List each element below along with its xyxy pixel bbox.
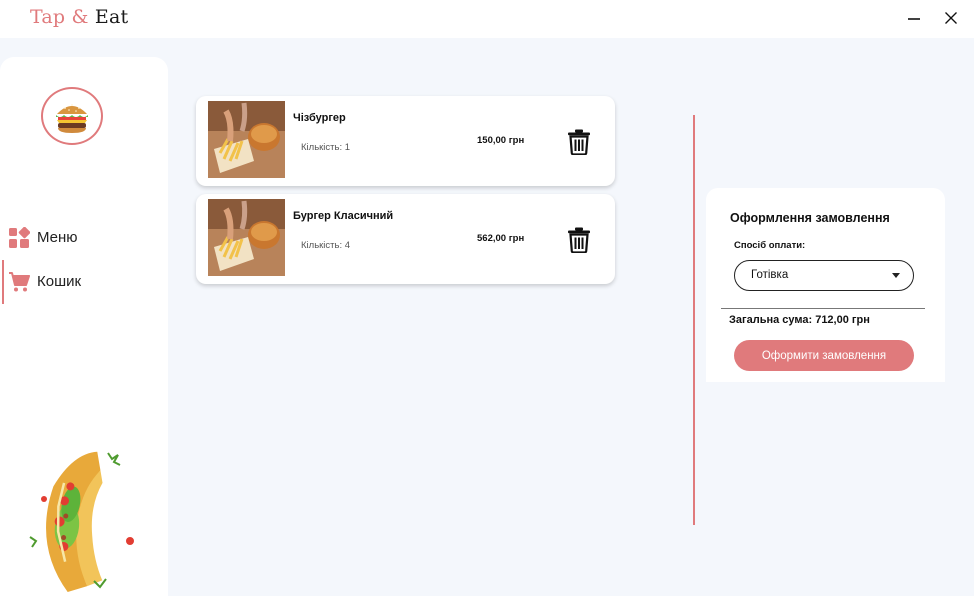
food-photo: [208, 199, 285, 276]
logo-amp: &: [71, 6, 89, 28]
logo-eat: Eat: [94, 6, 129, 28]
close-button[interactable]: [938, 6, 964, 30]
cart-icon: [9, 272, 30, 292]
app-logo: Tap & Eat: [30, 6, 128, 28]
item-quantity: Кількість: 1: [301, 142, 351, 153]
menu-grid-icon: [9, 227, 30, 248]
food-photo: [208, 101, 285, 178]
avatar: [41, 87, 103, 145]
item-quantity: Кількість: 4: [301, 240, 351, 251]
item-name: Бургер Класичний: [293, 210, 394, 222]
sidebar-item-menu[interactable]: Меню: [0, 216, 168, 260]
sidebar-item-label: Кошик: [37, 273, 82, 290]
minimize-button[interactable]: [901, 6, 927, 30]
title-bar: Tap & Eat: [0, 0, 974, 38]
item-name: Чізбургер: [293, 112, 346, 124]
sidebar-item-label: Меню: [37, 229, 78, 246]
minimize-icon: [908, 18, 920, 20]
logo-tap: Tap: [30, 6, 66, 28]
cart-item: Бургер Класичний Кількість: 4 562,00 грн: [196, 194, 615, 284]
sidebar-item-cart[interactable]: Кошик: [0, 260, 168, 304]
cart-item: Чізбургер Кількість: 1 150,00 грн: [196, 96, 615, 186]
payment-method-label: Спосіб оплати:: [734, 240, 806, 251]
horizontal-divider: [721, 308, 925, 309]
trash-icon[interactable]: [567, 129, 591, 155]
checkout-panel: Оформлення замовлення Спосіб оплати: Гот…: [706, 188, 945, 382]
active-marker: [2, 260, 4, 304]
burger-icon: [56, 104, 88, 133]
payment-method-select[interactable]: Готівка: [734, 260, 914, 291]
chevron-down-icon: [892, 273, 900, 278]
sidebar: Меню Кошик: [0, 57, 168, 596]
payment-method-value: Готівка: [751, 269, 789, 281]
place-order-button[interactable]: Оформити замовлення: [734, 340, 914, 371]
trash-icon[interactable]: [567, 227, 591, 253]
item-price: 562,00 грн: [477, 233, 525, 244]
order-total: Загальна сума: 712,00 грн: [729, 314, 870, 326]
taco-illustration: [29, 451, 134, 593]
item-price: 150,00 грн: [477, 135, 525, 146]
vertical-divider: [693, 115, 695, 525]
checkout-title: Оформлення замовлення: [730, 211, 890, 225]
close-icon: [945, 12, 957, 24]
